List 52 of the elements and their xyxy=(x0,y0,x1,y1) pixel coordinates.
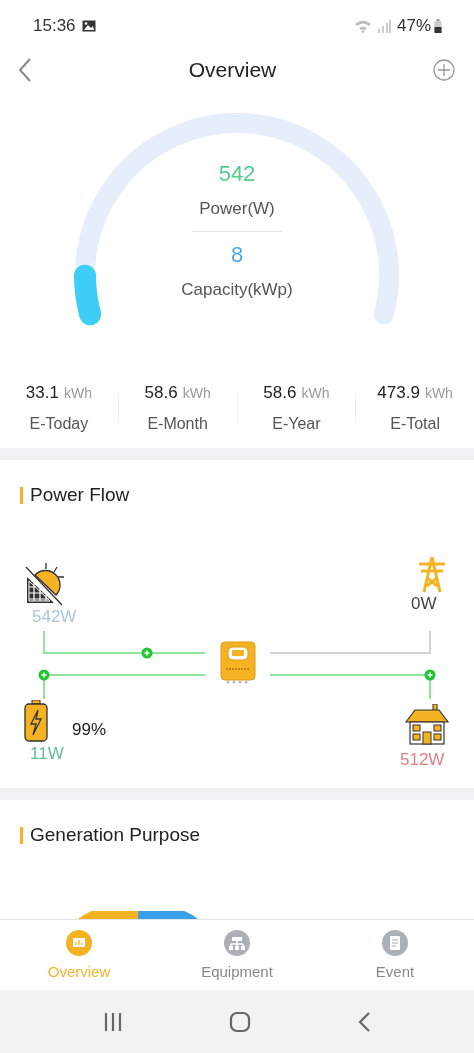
home-icon xyxy=(229,1010,251,1033)
stat-unit: kWh xyxy=(301,385,330,401)
power-reading: 0W xyxy=(411,594,437,614)
stat-label: E-Total xyxy=(390,415,440,433)
stat-value: 473.9 xyxy=(377,383,420,403)
battery-level: 99% xyxy=(72,720,107,740)
section-title: Generation Purpose xyxy=(30,824,201,846)
power-reading: 542W xyxy=(32,607,77,627)
capacity-label: Capacity(kWp) xyxy=(181,280,293,300)
section-title: Power Flow xyxy=(30,484,130,506)
stat-value: 58.6 xyxy=(144,383,178,403)
back-icon xyxy=(18,58,32,82)
battery-percent: 47% xyxy=(396,16,431,36)
power-label: Power(W) xyxy=(199,199,275,219)
add-icon xyxy=(433,59,455,81)
event-tab-icon xyxy=(382,930,408,956)
page-title: Overview xyxy=(188,58,277,82)
battery-icon xyxy=(434,19,442,33)
status-time: 15:36 xyxy=(33,16,76,36)
tab[interactable]: Overview xyxy=(0,920,158,990)
stat-unit: kWh xyxy=(424,385,453,401)
back-icon xyxy=(357,1010,371,1033)
accent-bar xyxy=(20,486,23,504)
back-button[interactable] xyxy=(18,58,32,82)
equipment-tab-icon xyxy=(224,930,250,956)
inverter-icon xyxy=(220,641,256,685)
signal-icon xyxy=(376,19,391,33)
stat-unit: kWh xyxy=(182,385,211,401)
tab[interactable]: Event xyxy=(316,920,474,990)
accent-bar xyxy=(20,826,23,844)
house-icon xyxy=(405,704,449,745)
solar-panel-icon xyxy=(24,563,66,606)
power-reading: 11W xyxy=(30,744,64,764)
recent-apps-icon xyxy=(103,1011,123,1032)
stat-label: E-Month xyxy=(147,415,208,433)
stat-label: E-Year xyxy=(272,415,321,433)
wifi-icon xyxy=(353,19,374,33)
power-reading: 512W xyxy=(400,750,445,770)
tab[interactable]: Equipment xyxy=(158,920,316,990)
capacity-value: 8 xyxy=(230,242,244,268)
flow-dot xyxy=(38,669,50,681)
stat-value: 33.1 xyxy=(25,383,59,403)
add-button[interactable] xyxy=(433,59,455,81)
gallery-icon xyxy=(81,20,96,32)
battery-icon xyxy=(24,700,48,742)
power-value: 542 xyxy=(218,161,256,187)
flow-dot xyxy=(141,647,153,659)
stat-unit: kWh xyxy=(63,385,92,401)
stat-label: E-Today xyxy=(29,415,89,433)
overview-tab-icon xyxy=(66,930,92,956)
flow-dot xyxy=(424,669,436,681)
stat-value: 58.6 xyxy=(263,383,297,403)
